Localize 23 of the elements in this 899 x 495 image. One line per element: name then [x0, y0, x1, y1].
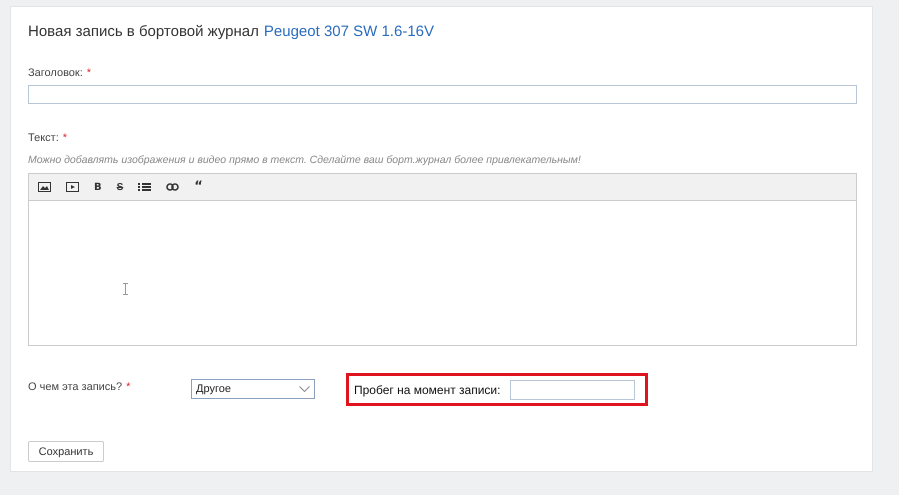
strikethrough-button[interactable]: S [116, 182, 124, 192]
list-icon[interactable] [138, 182, 152, 192]
image-icon[interactable] [38, 182, 51, 192]
save-button[interactable]: Сохранить [28, 441, 104, 462]
car-link[interactable]: Peugeot 307 SW 1.6-16V [264, 23, 434, 43]
field-label: Текст: [28, 132, 59, 146]
field-label: Заголовок: [28, 67, 83, 81]
text-cursor-icon [123, 283, 128, 295]
required-mark: * [126, 381, 130, 395]
title-input[interactable] [28, 85, 857, 104]
chevron-down-icon [299, 386, 310, 392]
hint-text: Можно добавлять изображения и видео прямо в текст. Сделайте ваш борт.журнал более привлекательным! [28, 154, 582, 168]
quote-button[interactable]: “ [194, 182, 203, 192]
field-label: О чем эта запись? [28, 381, 122, 395]
topic-select[interactable]: Другое [191, 379, 315, 399]
link-icon[interactable] [166, 183, 180, 191]
field-label: Пробег на момент записи: [354, 382, 500, 396]
required-mark: * [86, 67, 92, 81]
required-mark: * [62, 132, 68, 146]
form-title: Новая запись в бортовой журнал [28, 23, 259, 42]
bold-button[interactable]: B [94, 182, 102, 192]
mileage-input[interactable] [510, 380, 636, 400]
video-icon[interactable] [66, 182, 79, 192]
